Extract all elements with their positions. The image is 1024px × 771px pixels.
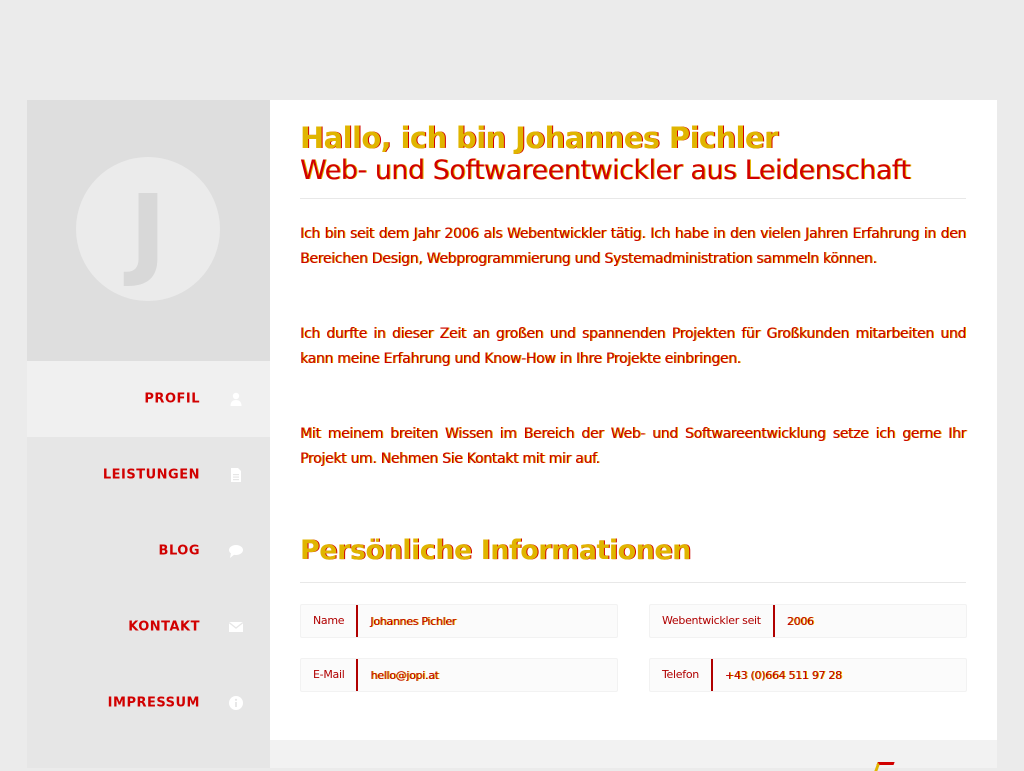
user-icon (230, 392, 242, 406)
info-value: +43 (0)664 511 97 28 (724, 668, 842, 682)
nav-label: LEISTUNGEN (102, 467, 200, 483)
envelope-icon (228, 621, 244, 632)
comment-icon (229, 545, 243, 558)
avatar-area: J (27, 100, 270, 361)
nav-label: KONTAKT (128, 619, 200, 635)
avatar-letter: J (129, 173, 167, 290)
info-label: Name (301, 605, 359, 637)
heading-fragment (874, 762, 895, 771)
avatar: J (76, 157, 220, 301)
info-label: Telefon (650, 659, 713, 691)
intro-paragraph-2: Ich durfte in dieser Zeit an großen und … (300, 326, 966, 367)
nav-item-impressum[interactable]: IMPRESSUM (27, 665, 270, 741)
divider (300, 582, 966, 583)
info-phone: Telefon +43 (0)664 511 97 28 (649, 658, 967, 692)
info-label: Webentwickler seit (650, 605, 775, 637)
info-value: 2006 (786, 614, 814, 628)
document-icon (231, 468, 241, 482)
nav-item-leistungen[interactable]: LEISTUNGEN (27, 437, 270, 513)
info-since: Webentwickler seit 2006 (649, 604, 967, 638)
next-section-band (270, 740, 997, 771)
page-title: Hallo, ich bin Johannes Pichler (300, 121, 778, 155)
nav-label: IMPRESSUM (107, 695, 200, 711)
intro-paragraph-1: Ich bin seit dem Jahr 2006 als Webentwic… (300, 226, 966, 267)
info-name: Name Johannes Pichler (300, 604, 618, 638)
info-icon (229, 696, 243, 710)
sidebar: J PROFIL LEISTUNGEN BLOG KONTAKT IMPRESS… (27, 100, 270, 768)
info-label: E-Mail (301, 659, 359, 691)
intro-heading: Hallo, ich bin Johannes Pichler Web- und… (300, 122, 970, 188)
nav-item-profil[interactable]: PROFIL (27, 361, 270, 437)
nav-label: PROFIL (144, 391, 200, 407)
section-title: Persönliche Informationen (300, 535, 691, 566)
nav-label: BLOG (158, 543, 200, 559)
nav-item-blog[interactable]: BLOG (27, 513, 270, 589)
main-content: Hallo, ich bin Johannes Pichler Web- und… (270, 100, 997, 771)
intro-paragraph-3: Mit meinem breiten Wissen im Bereich der… (300, 426, 966, 467)
divider (300, 198, 966, 199)
nav-item-kontakt[interactable]: KONTAKT (27, 589, 270, 665)
info-value: Johannes Pichler (370, 614, 456, 628)
info-value: hello@jopi.at (370, 668, 439, 682)
page-subtitle: Web- und Softwareentwickler aus Leidensc… (300, 155, 911, 186)
info-email: E-Mail hello@jopi.at (300, 658, 618, 692)
